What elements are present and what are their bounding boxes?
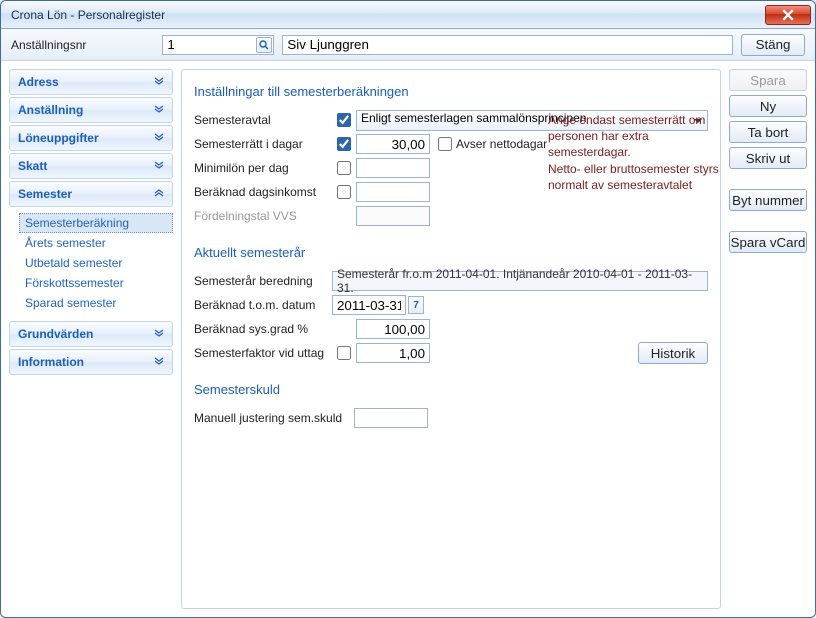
sidebar-item-label: Skatt [18, 159, 47, 173]
lookup-icon[interactable] [256, 37, 272, 53]
sidebar-item-label: Adress [18, 75, 59, 89]
section-title-semesterskuld: Semesterskuld [194, 382, 708, 397]
beraknad-sys-label: Beräknad sys.grad % [194, 322, 332, 336]
sidebar: Adress Anställning Löneuppgifter Skatt S… [9, 69, 173, 609]
minimilon-checkbox[interactable] [337, 161, 351, 175]
beraknad-dagsinkomst-checkbox[interactable] [337, 185, 351, 199]
minimilon-input[interactable] [356, 158, 430, 178]
action-column: Spara Ny Ta bort Skriv ut Byt nummer Spa… [729, 69, 807, 609]
app-window: Crona Lön - Personalregister Anställning… [0, 0, 816, 618]
chevron-up-icon [154, 187, 164, 201]
semar-beredning-label: Semesterår beredning [194, 274, 332, 288]
semesteravtal-label: Semesteravtal [194, 113, 332, 127]
emp-name-input[interactable] [282, 35, 733, 55]
historik-button[interactable]: Historik [638, 342, 708, 364]
semfaktor-checkbox[interactable] [337, 346, 351, 360]
semfaktor-input[interactable] [356, 343, 430, 363]
chevron-down-icon [154, 103, 164, 117]
window-close-button[interactable] [765, 5, 811, 25]
window-title: Crona Lön - Personalregister [11, 8, 165, 22]
chevron-down-icon [154, 75, 164, 89]
sidebar-sub-semesterberakning[interactable]: Semesterberäkning [19, 213, 173, 233]
sidebar-item-label: Grundvärden [18, 327, 93, 341]
section-title-aktuellt: Aktuellt semesterår [194, 245, 708, 260]
manuell-justering-input[interactable] [354, 408, 428, 428]
date-picker-button[interactable]: 7 [408, 296, 424, 314]
emp-no-field-wrap [162, 35, 274, 55]
sidebar-item-information[interactable]: Information [9, 349, 173, 375]
sidebar-item-loneuppgifter[interactable]: Löneuppgifter [9, 125, 173, 151]
chevron-down-icon [154, 159, 164, 173]
sidebar-item-label: Löneuppgifter [18, 131, 99, 145]
section-title-installningar: Inställningar till semesterberäkningen [194, 84, 708, 99]
sidebar-sub-utbetald-semester[interactable]: Utbetald semester [19, 253, 173, 273]
top-toolbar: Anställningsnr Stäng [1, 29, 815, 61]
beraknad-dagsinkomst-label: Beräknad dagsinkomst [194, 185, 332, 199]
sidebar-sub-forskottssemester[interactable]: Förskottssemester [19, 273, 173, 293]
avser-nettodagar-label: Avser nettodagar [456, 137, 547, 151]
sidebar-item-semester[interactable]: Semester [9, 181, 173, 207]
close-button[interactable]: Stäng [741, 34, 805, 56]
spara-button: Spara [729, 69, 807, 91]
beraknad-tom-label: Beräknad t.o.m. datum [194, 298, 332, 312]
chevron-down-icon [154, 131, 164, 145]
semesteravtal-checkbox[interactable] [337, 113, 351, 127]
sidebar-item-label: Semester [18, 187, 72, 201]
sidebar-item-adress[interactable]: Adress [9, 69, 173, 95]
fordelningstal-input [356, 206, 430, 226]
info-text: Ange endast semesterrätt om personen har… [548, 112, 728, 193]
fordelningstal-label: Fördelningstal VVS [194, 209, 332, 223]
manuell-justering-label: Manuell justering sem.skuld [194, 411, 354, 425]
semesterratt-label: Semesterrätt i dagar [194, 137, 332, 151]
beraknad-dagsinkomst-input[interactable] [356, 182, 430, 202]
sidebar-sub-arets-semester[interactable]: Årets semester [19, 233, 173, 253]
calendar-icon: 7 [413, 300, 419, 311]
chevron-down-icon [154, 355, 164, 369]
beraknad-sys-input[interactable] [356, 319, 430, 339]
sidebar-subnav-semester: Semesterberäkning Årets semester Utbetal… [9, 209, 173, 319]
close-icon [782, 9, 794, 21]
sidebar-item-skatt[interactable]: Skatt [9, 153, 173, 179]
semesterratt-input[interactable] [356, 134, 430, 154]
semar-beredning-value: Semesterår fr.o.m 2011-04-01. Intjänande… [332, 271, 708, 291]
semesterratt-checkbox[interactable] [337, 137, 351, 151]
emp-no-label: Anställningsnr [11, 38, 86, 52]
avser-nettodagar-checkbox[interactable] [438, 137, 452, 151]
sidebar-item-label: Information [18, 355, 84, 369]
minimilon-label: Minimilön per dag [194, 161, 332, 175]
sidebar-item-grundvarden[interactable]: Grundvärden [9, 321, 173, 347]
titlebar: Crona Lön - Personalregister [1, 1, 815, 29]
byt-nummer-button[interactable]: Byt nummer [729, 189, 807, 211]
semfaktor-label: Semesterfaktor vid uttag [194, 346, 332, 360]
beraknad-tom-input[interactable] [332, 295, 406, 315]
chevron-down-icon [154, 327, 164, 341]
ny-button[interactable]: Ny [729, 95, 807, 117]
spara-vcard-button[interactable]: Spara vCard [729, 231, 807, 253]
ta-bort-button[interactable]: Ta bort [729, 121, 807, 143]
sidebar-item-label: Anställning [18, 103, 83, 117]
skriv-ut-button[interactable]: Skriv ut [729, 147, 807, 169]
sidebar-item-anstallning[interactable]: Anställning [9, 97, 173, 123]
sidebar-sub-sparad-semester[interactable]: Sparad semester [19, 293, 173, 313]
